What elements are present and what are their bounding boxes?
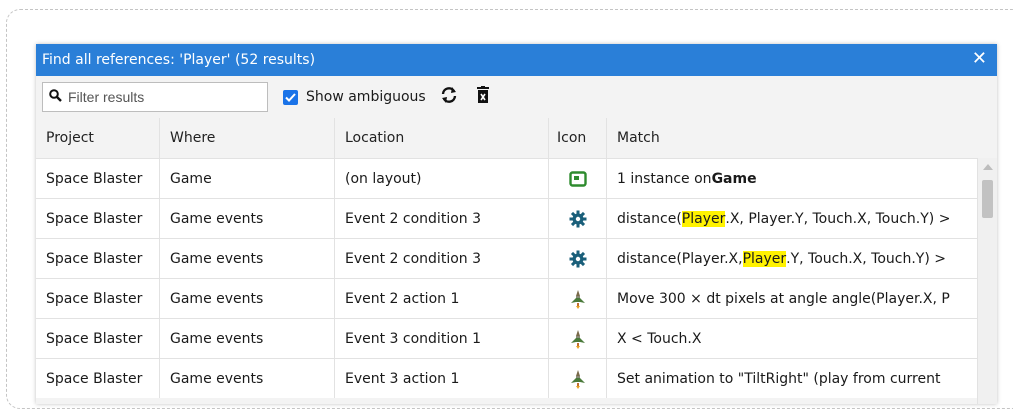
layout-instance-icon: [568, 170, 587, 187]
cell-where: Game events: [160, 279, 335, 318]
filter-box[interactable]: [42, 82, 268, 112]
cell-icon: [549, 359, 607, 398]
column-header-icon[interactable]: Icon: [549, 118, 607, 158]
cell-where: Game events: [160, 239, 335, 278]
gear-icon: [569, 210, 587, 228]
cell-match: Move 300 × dt pixels at angle angle(Play…: [607, 279, 977, 318]
cell-icon: [549, 159, 607, 198]
cell-location: (on layout): [335, 159, 549, 198]
cell-match: distance(Player.X, Player.Y, Touch.X, To…: [607, 239, 977, 278]
filter-input[interactable]: [68, 89, 258, 105]
scroll-up-arrow-icon[interactable]: [983, 164, 993, 170]
vertical-scrollbar[interactable]: [977, 158, 997, 404]
show-ambiguous-toggle[interactable]: Show ambiguous: [283, 89, 426, 105]
cell-project: Space Blaster: [36, 319, 160, 358]
show-ambiguous-checkbox[interactable]: [283, 89, 298, 105]
results-grid: Project Where Location Icon Match Space …: [36, 118, 997, 398]
player-sprite-icon: [570, 289, 586, 309]
close-icon[interactable]: ✕: [972, 49, 987, 69]
match-text: .X, Player.Y, Touch.X, Touch.Y) >: [725, 210, 951, 227]
player-sprite-icon: [570, 369, 586, 389]
cell-project: Space Blaster: [36, 279, 160, 318]
cell-match: distance(Player.X, Player.Y, Touch.X, To…: [607, 199, 977, 238]
show-ambiguous-label: Show ambiguous: [306, 89, 426, 105]
table-row[interactable]: Space Blaster Game events Event 2 conditio…: [36, 238, 997, 278]
cell-match: Set animation to "TiltRight" (play from …: [607, 359, 977, 398]
column-header-location[interactable]: Location: [335, 118, 549, 158]
match-text: distance(: [617, 210, 682, 227]
cell-icon: [549, 239, 607, 278]
cell-icon: [549, 199, 607, 238]
cell-project: Space Blaster: [36, 239, 160, 278]
refresh-icon: [439, 85, 459, 109]
column-header-where[interactable]: Where: [160, 118, 335, 158]
cell-project: Space Blaster: [36, 359, 160, 398]
dialog-title: Find all references: 'Player' (52 result…: [42, 52, 316, 68]
column-header-match[interactable]: Match: [607, 118, 977, 158]
cell-where: Game events: [160, 359, 335, 398]
cell-project: Space Blaster: [36, 159, 160, 198]
table-row[interactable]: Space Blaster Game events Event 3 conditio…: [36, 318, 997, 358]
table-row[interactable]: Space Blaster Game events Event 2 conditio…: [36, 198, 997, 238]
scroll-thumb[interactable]: [982, 180, 993, 218]
cell-icon: [549, 319, 607, 358]
match-bold-text: Game: [711, 170, 757, 187]
cell-location: Event 2 condition 3: [335, 199, 549, 238]
clear-results-button[interactable]: [472, 86, 494, 108]
match-text: .Y, Touch.X, Touch.Y) >: [786, 250, 946, 267]
cell-where: Game events: [160, 199, 335, 238]
table-row[interactable]: Space Blaster Game events Event 3 action 1…: [36, 358, 997, 398]
match-text: distance(Player.X,: [617, 250, 743, 267]
match-highlight: Player: [742, 250, 787, 267]
table-row[interactable]: Space Blaster Game (on layout) 1 instance o…: [36, 158, 997, 198]
match-text: X < Touch.X: [617, 330, 702, 347]
cell-where: Game events: [160, 319, 335, 358]
match-highlight: Player: [681, 210, 726, 227]
cell-location: Event 2 condition 3: [335, 239, 549, 278]
search-icon: [49, 88, 62, 106]
toolbar: Show ambiguous: [36, 76, 997, 118]
column-header-row: Project Where Location Icon Match: [36, 118, 997, 158]
cell-where: Game: [160, 159, 335, 198]
cell-location: Event 3 condition 1: [335, 319, 549, 358]
dialog-titlebar[interactable]: Find all references: 'Player' (52 result…: [36, 44, 997, 76]
table-row[interactable]: Space Blaster Game events Event 2 action 1…: [36, 278, 997, 318]
refresh-button[interactable]: [438, 86, 460, 108]
cell-project: Space Blaster: [36, 199, 160, 238]
gear-icon: [569, 250, 587, 268]
match-text: Move 300 × dt pixels at angle angle(Play…: [617, 290, 950, 307]
cell-location: Event 3 action 1: [335, 359, 549, 398]
delete-icon: [475, 86, 491, 108]
cell-icon: [549, 279, 607, 318]
match-text: 1 instance on: [617, 170, 712, 187]
find-references-dialog: Find all references: 'Player' (52 result…: [36, 44, 997, 404]
player-sprite-icon: [570, 329, 586, 349]
cell-location: Event 2 action 1: [335, 279, 549, 318]
cell-match: X < Touch.X: [607, 319, 977, 358]
column-header-project[interactable]: Project: [36, 118, 160, 158]
match-text: Set animation to "TiltRight" (play from …: [617, 370, 941, 387]
cell-match: 1 instance on Game: [607, 159, 977, 198]
